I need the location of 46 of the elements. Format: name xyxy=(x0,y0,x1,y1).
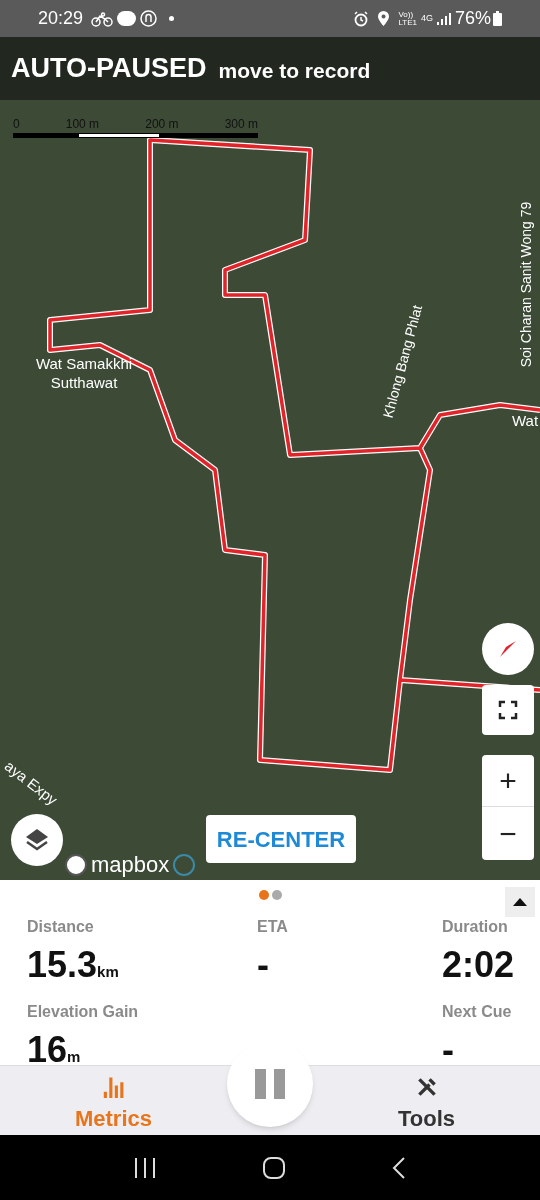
info-icon xyxy=(173,853,196,876)
alarm-icon xyxy=(353,10,370,27)
pause-icon xyxy=(255,1069,285,1099)
scale-label: 300 m xyxy=(224,116,258,133)
map-label: Khlong Bang Phlat xyxy=(378,302,427,421)
fullscreen-button[interactable] xyxy=(482,685,534,735)
metric-label: Elevation Gain xyxy=(27,1001,140,1022)
recent-apps-icon xyxy=(133,1157,156,1178)
metric-value: 15.3 xyxy=(27,947,98,983)
volte-label: Vo)) xyxy=(398,10,414,19)
recenter-button[interactable]: RE-CENTER xyxy=(206,815,356,863)
metric-unit: km xyxy=(97,962,119,982)
banner-subtitle: move to record xyxy=(218,57,371,84)
caret-up-icon xyxy=(513,898,527,906)
metric-value: - xyxy=(442,1031,454,1068)
network-type: 4G xyxy=(420,11,433,25)
clock: 20:29 xyxy=(38,7,84,30)
metric-value: - xyxy=(257,947,269,983)
signal-icon xyxy=(436,11,451,26)
map-label: Soi Charan Sanit Wong 79 xyxy=(516,200,535,370)
expand-button[interactable] xyxy=(505,887,535,917)
metric-label: ETA xyxy=(257,917,289,937)
metric-value: 2:02 xyxy=(442,947,515,983)
back-icon xyxy=(392,1156,407,1179)
zoom-out-button[interactable]: − xyxy=(482,807,534,859)
layers-icon xyxy=(24,827,50,853)
map-label: Wat Samakkhi Sutthawat xyxy=(34,355,134,393)
map-label: Wat xyxy=(512,411,539,431)
battery-percent: 76% xyxy=(454,7,491,30)
location-icon xyxy=(377,10,391,27)
tab[interactable]: Tools xyxy=(313,1066,540,1135)
home-icon xyxy=(263,1156,285,1179)
mapbox-attribution: mapbox xyxy=(91,851,170,879)
scale-label: 200 m xyxy=(145,116,179,133)
banner-title: AUTO-PAUSED xyxy=(11,52,207,86)
scale-label: 100 m xyxy=(65,116,100,133)
metric-value: 16 xyxy=(27,1031,68,1068)
metric-label: Distance xyxy=(27,917,95,937)
metric-label: Next Cue xyxy=(442,1001,513,1022)
metric-unit: m xyxy=(67,1046,81,1067)
zoom-in-button[interactable]: + xyxy=(482,755,534,807)
lte-label: LTE1 xyxy=(398,18,417,27)
fullscreen-icon xyxy=(498,700,518,720)
metric-label: Duration xyxy=(442,917,509,937)
battery-icon xyxy=(493,11,502,26)
cyclist-icon xyxy=(91,10,114,27)
